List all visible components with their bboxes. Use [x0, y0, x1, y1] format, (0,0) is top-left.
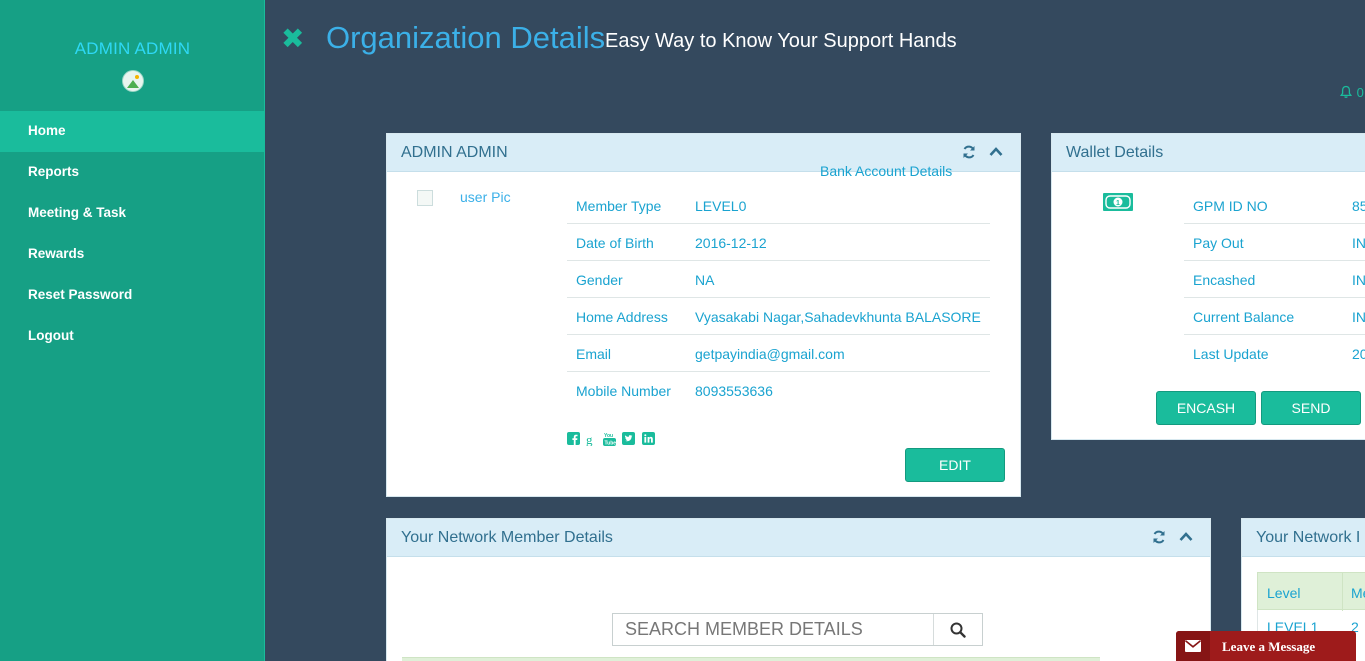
row-label: Date of Birth: [576, 235, 654, 251]
search-input[interactable]: [613, 614, 933, 645]
collapse-chevron-up-icon[interactable]: [1178, 529, 1196, 547]
money-icon: 1: [1102, 192, 1134, 212]
wallet-info-table: GPM ID NO 85 Pay Out IN Encashed IN Current…: [1184, 187, 1365, 372]
column-header: Me: [1351, 585, 1365, 601]
row-label: GPM ID NO: [1193, 198, 1268, 214]
table-row: Current Balance IN: [1184, 298, 1365, 335]
row-label: Gender: [576, 272, 623, 288]
row-value: getpayindia@gmail.com: [695, 346, 845, 362]
row-value: IN: [1352, 272, 1365, 288]
svg-text:1: 1: [1116, 200, 1120, 207]
notification-count: 0: [1356, 85, 1364, 100]
sidebar-item-home[interactable]: Home: [0, 111, 265, 152]
row-label: Email: [576, 346, 612, 362]
level-table: Level Me LEVEL1 2: [1257, 572, 1365, 638]
refresh-icon[interactable]: [961, 144, 979, 162]
table-row: Email getpayindia@gmail.com: [567, 335, 990, 372]
table-row: Home Address Vyasakabi Nagar,Sahadevkhunt…: [567, 298, 990, 335]
leave-message-label: Leave a Message: [1222, 639, 1316, 654]
row-value: IN: [1352, 309, 1365, 325]
panel-tools: [1146, 529, 1196, 550]
sidebar-item-meeting-task[interactable]: Meeting & Task: [0, 193, 265, 234]
search-icon[interactable]: [949, 621, 967, 639]
facebook-icon[interactable]: [567, 431, 580, 446]
youtube-icon[interactable]: You Tube: [602, 432, 616, 446]
profile-panel: ADMIN ADMIN user Pic Bank Account Detail…: [386, 133, 1021, 497]
table-row: Mobile Number 8093553636: [567, 372, 990, 409]
member-table-header: [402, 657, 1100, 661]
sidebar-user-name: ADMIN ADMIN: [74, 39, 191, 58]
network-member-panel-header: Your Network Member Details: [387, 519, 1210, 557]
page-title: Organization Details: [326, 20, 606, 55]
row-value: NA: [695, 272, 715, 288]
table-row: Date of Birth 2016-12-12: [567, 224, 990, 261]
network-member-panel: Your Network Member Details: [386, 518, 1211, 661]
panel-tools: [956, 144, 1006, 165]
sidebar-nav: Home Reports Meeting & Task Rewards Rese…: [0, 111, 265, 357]
svg-text:g: g: [586, 432, 593, 446]
sidebar-item-reports[interactable]: Reports: [0, 152, 265, 193]
leave-message-button[interactable]: Leave a Message: [1176, 631, 1356, 661]
sidebar-item-rewards[interactable]: Rewards: [0, 234, 265, 275]
user-picture: user Pic: [417, 188, 547, 228]
column-header: Level: [1267, 585, 1301, 601]
row-label: Encashed: [1193, 272, 1256, 288]
row-value: 85: [1352, 198, 1365, 214]
sidebar-item-logout[interactable]: Logout: [0, 316, 265, 357]
network-member-panel-title: Your Network Member Details: [401, 529, 613, 546]
wallet-panel: Wallet Details 1 GPM ID NO 85 Pay Out IN E…: [1051, 133, 1365, 440]
social-links: g You Tube: [567, 430, 657, 447]
notification-button[interactable]: 0: [1339, 85, 1364, 100]
row-value: Vyasakabi Nagar,Sahadevkhunta BALASORE: [695, 309, 981, 325]
avatar[interactable]: [122, 70, 144, 92]
row-label: Member Type: [576, 198, 662, 214]
wallet-panel-header: Wallet Details: [1052, 134, 1365, 172]
image-placeholder-icon: [127, 80, 139, 88]
sidebar-item-reset-password[interactable]: Reset Password: [0, 275, 265, 316]
edit-button[interactable]: EDIT: [905, 448, 1005, 482]
row-label: Home Address: [576, 309, 668, 325]
user-pic-alt-text: user Pic: [460, 189, 511, 205]
send-button[interactable]: SEND: [1261, 391, 1361, 425]
row-value: LEVEL0: [695, 198, 747, 214]
row-label: Mobile Number: [576, 383, 671, 399]
table-row: Last Update 20: [1184, 335, 1365, 372]
row-value: 8093553636: [695, 383, 773, 399]
encash-button[interactable]: ENCASH: [1156, 391, 1256, 425]
member-search: [612, 613, 983, 646]
profile-info-table: Member Type LEVEL0 Date of Birth 2016-12-1…: [567, 187, 990, 409]
network-level-panel-title: Your Network I: [1256, 529, 1361, 546]
broken-image-icon: [417, 190, 433, 206]
table-row: Gender NA: [567, 261, 990, 298]
close-icon[interactable]: ✖: [281, 25, 304, 53]
table-header-row: Level Me: [1257, 572, 1365, 611]
svg-text:Tube: Tube: [604, 440, 616, 446]
sidebar: ADMIN ADMIN Home Reports Meeting & Task …: [0, 0, 265, 661]
bell-icon: [1339, 85, 1353, 99]
envelope-icon: [1176, 631, 1210, 661]
row-label: Pay Out: [1193, 235, 1244, 251]
table-row: Member Type LEVEL0: [567, 187, 990, 224]
linkedin-icon[interactable]: [641, 431, 655, 446]
row-value: 20: [1352, 346, 1365, 362]
table-row: Pay Out IN: [1184, 224, 1365, 261]
table-row: Encashed IN: [1184, 261, 1365, 298]
wallet-panel-title: Wallet Details: [1066, 144, 1164, 161]
table-row: GPM ID NO 85: [1184, 187, 1365, 224]
refresh-icon[interactable]: [1151, 529, 1169, 547]
twitter-icon[interactable]: [622, 431, 636, 446]
network-level-panel-header: Your Network I: [1242, 519, 1365, 557]
profile-panel-title: ADMIN ADMIN: [401, 144, 508, 161]
row-label: Last Update: [1193, 346, 1269, 362]
page-subtitle: Easy Way to Know Your Support Hands: [605, 30, 957, 52]
bank-account-details-link[interactable]: Bank Account Details: [820, 163, 952, 179]
row-value: 2016-12-12: [695, 235, 767, 251]
row-value: IN: [1352, 235, 1365, 251]
collapse-chevron-up-icon[interactable]: [988, 144, 1006, 162]
google-plus-icon[interactable]: g: [586, 432, 596, 447]
row-label: Current Balance: [1193, 309, 1295, 325]
